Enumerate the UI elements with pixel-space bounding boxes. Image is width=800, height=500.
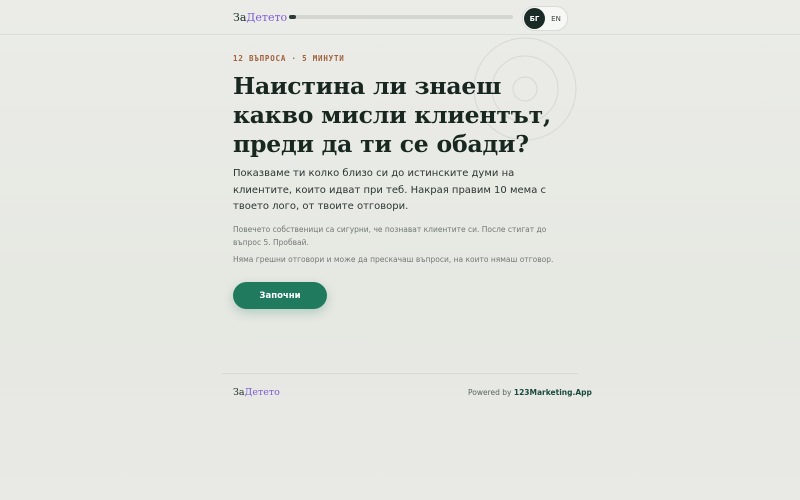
language-switch: БГ EN (522, 6, 568, 31)
page-title: Наистина ли знаеш какво мисли клиентът, … (233, 72, 551, 158)
lang-en-button[interactable]: EN (546, 8, 566, 29)
footer-divider (222, 373, 578, 374)
progress-fill (289, 15, 296, 19)
lang-bg-button[interactable]: БГ (524, 8, 545, 29)
logo-part2: Детето (246, 11, 288, 24)
powered-prefix: Powered by (468, 388, 512, 397)
footer-logo-part1: За (233, 387, 245, 398)
lead-paragraph: Показваме ти колко близо си до истинскит… (233, 168, 546, 212)
powered-by: Powered by 123Marketing.App (468, 388, 592, 397)
quiz-meta: 12 ВЪПРОСА · 5 МИНУТИ (233, 54, 345, 63)
hint-paragraph: Няма грешни отговори и може да прескачаш… (233, 255, 554, 264)
footer-logo[interactable]: ЗаДетето (233, 387, 280, 398)
powered-brand-link[interactable]: 123Marketing.App (514, 388, 592, 397)
note-paragraph: Повечето собственици са сигурни, че позн… (233, 225, 547, 247)
footer-logo-part2: Детето (244, 387, 280, 398)
top-bar: ЗаДетето БГ EN (0, 0, 800, 35)
logo[interactable]: ЗаДетето (233, 11, 287, 24)
logo-part1: За (233, 11, 247, 24)
progress-bar (289, 15, 513, 19)
start-button[interactable]: Започни (233, 282, 327, 309)
